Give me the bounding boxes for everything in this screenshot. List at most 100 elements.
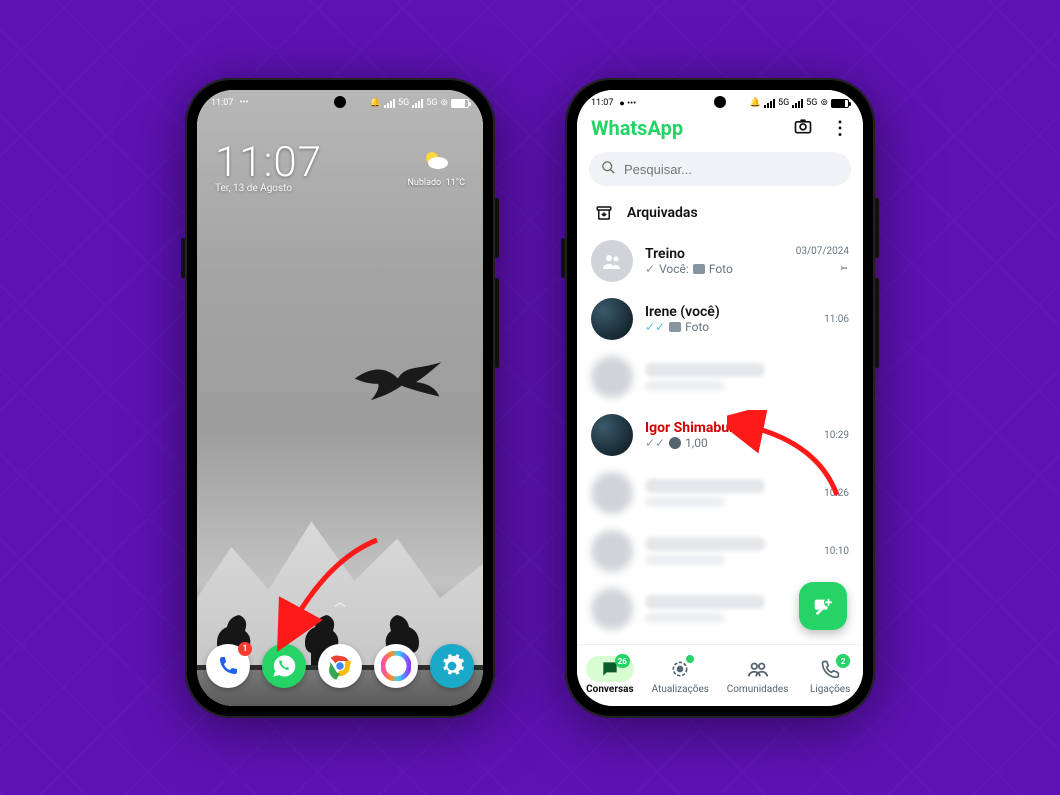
wifi-icon: ⊚: [820, 98, 828, 108]
chat-time: 10:10: [824, 546, 849, 557]
battery-icon: [451, 99, 469, 108]
chat-row[interactable]: 10:10: [577, 522, 863, 580]
bell-icon: 🔔: [370, 98, 381, 108]
weather-condition: Nublado: [407, 178, 441, 188]
chat-row[interactable]: [577, 348, 863, 406]
settings-app-icon[interactable]: [430, 644, 474, 688]
chat-subtitle: [645, 497, 725, 507]
phone-app-badge: 1: [238, 642, 252, 656]
chat-name: [645, 537, 765, 551]
search-input[interactable]: [589, 152, 851, 186]
gallery-app-icon[interactable]: [374, 644, 418, 688]
whatsapp-app-icon[interactable]: [262, 644, 306, 688]
network-label-1: 5G: [778, 98, 789, 108]
background-pattern: [0, 0, 1060, 795]
avatar: [591, 240, 633, 282]
phone-frame-home: 11:07 ••• 🔔 5G 5G ⊚ 11:07 Ter, 13 de Ago…: [185, 78, 495, 718]
nav-label: Ligações: [810, 684, 850, 695]
photo-chip-icon: [693, 264, 705, 274]
chat-meta: 10:10: [795, 546, 849, 557]
chat-subtitle: ✓✓ 1,00: [645, 436, 783, 450]
app-title: WhatsApp: [591, 116, 683, 140]
weather-temp: 11°C: [446, 178, 465, 188]
chat-subtitle: [645, 555, 725, 565]
nav-conversas-badge: 26: [615, 654, 630, 668]
nav-atualizacoes[interactable]: Atualizações: [652, 656, 709, 695]
signal-icon: [412, 99, 423, 108]
new-chat-fab[interactable]: [799, 582, 847, 630]
chat-meta: 10:29: [795, 430, 849, 441]
network-label-2: 5G: [426, 98, 437, 108]
pin-icon: [837, 261, 849, 276]
bell-icon: 🔔: [750, 98, 761, 108]
clock-widget[interactable]: 11:07 Ter, 13 de Agosto: [215, 138, 322, 194]
chat-subtitle: [645, 613, 725, 623]
chat-name: Irene (você): [645, 304, 783, 320]
camera-notch: [714, 96, 726, 108]
chat-time: 10:26: [824, 488, 849, 499]
avatar: [591, 472, 633, 514]
bottom-nav: 26 Conversas Atualizações Comunidades: [577, 644, 863, 706]
chat-name: [645, 595, 765, 609]
wifi-icon: ⊚: [440, 98, 448, 108]
nav-label: Conversas: [586, 684, 633, 695]
chat-row[interactable]: Irene (você)✓✓ Foto 11:06: [577, 290, 863, 348]
nav-conversas[interactable]: 26 Conversas: [586, 656, 634, 695]
camera-icon[interactable]: [793, 116, 813, 140]
chat-row[interactable]: 10:26: [577, 464, 863, 522]
signal-icon: [792, 99, 803, 108]
chat-name: Igor Shimabukuro: [645, 420, 783, 436]
chrome-app-icon[interactable]: [318, 644, 362, 688]
search-field[interactable]: [624, 162, 839, 177]
photo-chip-icon: [669, 322, 681, 332]
chat-time: 10:29: [824, 430, 849, 441]
chat-name: [645, 363, 765, 377]
clock-time: 11:07: [215, 138, 322, 187]
status-time: 11:07: [211, 98, 233, 108]
chat-meta: 03/07/2024: [795, 246, 849, 276]
phone-app-icon[interactable]: 1: [206, 644, 250, 688]
chat-time: 11:06: [824, 314, 849, 325]
avatar: [591, 530, 633, 572]
chat-meta: 10:26: [795, 488, 849, 499]
clock-date: Ter, 13 de Agosto: [215, 183, 322, 194]
weather-widget[interactable]: Nublado 11°C: [407, 146, 465, 188]
archived-row[interactable]: Arquivadas: [577, 194, 863, 232]
archive-icon: [595, 204, 613, 222]
nav-dot: [686, 655, 694, 663]
payment-chip-icon: [669, 437, 681, 449]
avatar: [591, 298, 633, 340]
chat-meta: 11:06: [795, 314, 849, 325]
nav-label: Atualizações: [652, 684, 709, 695]
chat-row[interactable]: Treino✓ Você: Foto 03/07/2024: [577, 232, 863, 290]
avatar: [591, 588, 633, 630]
search-icon: [601, 160, 616, 179]
chat-subtitle: ✓ Você: Foto: [645, 262, 783, 276]
signal-icon: [764, 99, 775, 108]
chat-subtitle: ✓✓ Foto: [645, 320, 783, 334]
wallpaper-bird-icon: [353, 360, 443, 406]
chat-time: 03/07/2024: [796, 246, 849, 257]
nav-ligacoes-badge: 2: [836, 654, 850, 668]
weather-cloud-icon: [421, 146, 451, 176]
chat-subtitle: [645, 381, 725, 391]
nav-label: Comunidades: [727, 684, 789, 695]
nav-comunidades[interactable]: Comunidades: [727, 656, 789, 695]
battery-icon: [831, 99, 849, 108]
more-menu-icon[interactable]: ⋮: [831, 118, 849, 139]
dock: 1: [197, 644, 483, 688]
nav-ligacoes[interactable]: 2 Ligações: [806, 656, 854, 695]
phone-frame-whatsapp: 11:07 ● ••• 🔔 5G 5G ⊚ WhatsApp: [565, 78, 875, 718]
signal-icon: [384, 99, 395, 108]
chat-name: Treino: [645, 246, 783, 262]
app-drawer-caret-icon[interactable]: ︿: [334, 593, 346, 610]
network-label-2: 5G: [806, 98, 817, 108]
network-label-1: 5G: [398, 98, 409, 108]
chat-name: [645, 479, 765, 493]
avatar: [591, 414, 633, 456]
camera-notch: [334, 96, 346, 108]
archived-label: Arquivadas: [627, 205, 698, 221]
chat-row[interactable]: Igor Shimabukuro✓✓ 1,00 10:29: [577, 406, 863, 464]
status-time: 11:07: [591, 98, 613, 108]
avatar: [591, 356, 633, 398]
